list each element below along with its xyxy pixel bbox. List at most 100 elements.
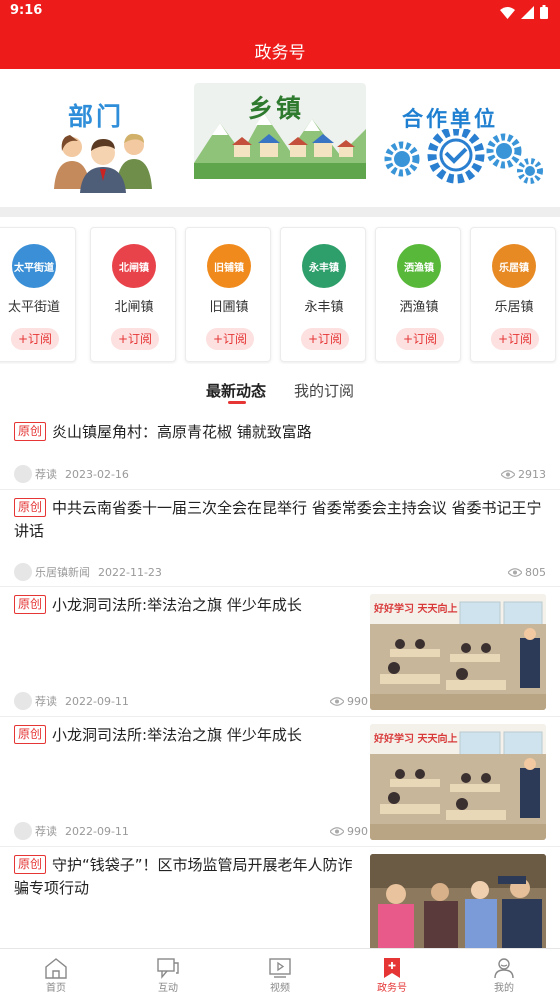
tab-indicator — [228, 401, 246, 404]
news-source: 荐读 — [35, 468, 57, 481]
news-item[interactable]: 原创 小龙洞司法所:举法治之旗 伴少年成长 荐读 2022-09-11 990 好… — [0, 587, 560, 717]
chat-icon — [157, 958, 179, 979]
news-thumbnail[interactable] — [370, 854, 546, 948]
original-badge: 原创 — [14, 422, 47, 441]
town-card[interactable]: 乐居镇 乐居镇 +订阅 — [470, 227, 556, 362]
nav-label: 政务号 — [377, 983, 407, 994]
eye-icon — [501, 470, 515, 479]
town-scroller[interactable]: 太平街道 太平街道 +订阅 北闸镇 北闸镇 +订阅 旧铺镇 旧圃镇 +订阅 永丰… — [0, 226, 560, 364]
town-name: 乐居镇 — [494, 300, 534, 315]
wifi-icon — [500, 4, 515, 23]
town-card[interactable]: 太平街道 太平街道 +订阅 — [0, 227, 76, 362]
town-name: 永丰镇 — [304, 300, 344, 315]
nav-label: 首页 — [46, 983, 66, 994]
view-count-value: 990 — [347, 825, 368, 838]
status-icons — [500, 4, 548, 23]
news-source: 荐读 — [35, 825, 57, 838]
news-item[interactable]: 原创 中共云南省委十一届三次全会在昆举行 省委常委会主持会议 省委书记王宁讲话 乐… — [0, 490, 560, 587]
feed-tabs: 最新动态 我的订阅 — [0, 374, 560, 410]
subscribe-button[interactable]: +订阅 — [396, 328, 444, 350]
eye-icon — [330, 827, 344, 836]
view-count: 990 — [330, 695, 368, 708]
nav-label: 互动 — [158, 983, 178, 994]
news-title[interactable]: 原创 小龙洞司法所:举法治之旗 伴少年成长 — [14, 594, 359, 617]
news-source: 乐居镇新闻 — [35, 566, 90, 579]
bookmark-plus-icon — [384, 958, 400, 978]
news-title-text: 中共云南省委十一届三次全会在昆举行 省委常委会主持会议 省委书记王宁讲话 — [14, 499, 542, 540]
town-logo-icon: 旧铺镇 — [207, 244, 251, 288]
news-title[interactable]: 原创 炎山镇屋角村：高原青花椒 铺就致富路 — [14, 421, 544, 444]
news-thumbnail[interactable]: 好好学习 天天向上 — [370, 594, 546, 710]
news-title[interactable]: 原创 守护“钱袋子”！区市场监管局开展老年人防诈骗专项行动 — [14, 854, 364, 900]
nav-government[interactable]: 政务号 — [336, 949, 448, 997]
view-count: 2913 — [501, 468, 546, 481]
eye-icon — [508, 568, 522, 577]
town-name: 旧圃镇 — [209, 300, 249, 315]
news-item[interactable]: 原创 炎山镇屋角村：高原青花椒 铺就致富路 荐读 2023-02-16 2913 — [0, 412, 560, 490]
news-source: 荐读 — [35, 695, 57, 708]
category-partner[interactable]: 合作单位 — [382, 83, 554, 193]
subscribe-button[interactable]: +订阅 — [206, 328, 254, 350]
video-icon — [269, 958, 291, 978]
town-logo-icon: 乐居镇 — [492, 244, 536, 288]
news-title-text: 小龙洞司法所:举法治之旗 伴少年成长 — [52, 726, 302, 744]
signal-icon — [521, 4, 534, 23]
source-avatar — [14, 692, 32, 710]
news-thumbnail[interactable]: 好好学习 天天向上 — [370, 724, 546, 840]
category-department[interactable]: 部门 — [18, 83, 190, 193]
town-logo-icon: 永丰镇 — [302, 244, 346, 288]
subscribe-button[interactable]: +订阅 — [491, 328, 539, 350]
news-title[interactable]: 原创 小龙洞司法所:举法治之旗 伴少年成长 — [14, 724, 359, 747]
view-count-value: 990 — [347, 695, 368, 708]
source-avatar — [14, 822, 32, 840]
category-row: 部门 乡镇 合作单位 — [0, 69, 560, 207]
town-logo-icon: 北闸镇 — [112, 244, 156, 288]
news-meta: 荐读 2023-02-16 — [14, 465, 129, 483]
nav-video[interactable]: 视频 — [224, 949, 336, 997]
town-card[interactable]: 永丰镇 永丰镇 +订阅 — [280, 227, 366, 362]
news-meta: 荐读 2022-09-11 — [14, 692, 129, 710]
town-name: 洒渔镇 — [399, 300, 439, 315]
town-name: 太平街道 — [7, 300, 60, 315]
news-date: 2023-02-16 — [65, 467, 129, 481]
news-item[interactable]: 原创 守护“钱袋子”！区市场监管局开展老年人防诈骗专项行动 — [0, 847, 560, 948]
subscribe-button[interactable]: +订阅 — [11, 328, 59, 350]
source-avatar — [14, 465, 32, 483]
news-title[interactable]: 原创 中共云南省委十一届三次全会在昆举行 省委常委会主持会议 省委书记王宁讲话 — [14, 497, 548, 543]
category-township[interactable]: 乡镇 — [194, 83, 366, 179]
gears-handshake-icon — [384, 129, 543, 184]
nav-profile[interactable]: 我的 — [448, 949, 560, 997]
tab-subscriptions[interactable]: 我的订阅 — [294, 380, 354, 401]
app-header: 9:16 政务号 — [0, 0, 560, 69]
eye-icon — [330, 697, 344, 706]
subscribe-button[interactable]: +订阅 — [301, 328, 349, 350]
news-meta: 荐读 2022-09-11 — [14, 822, 129, 840]
news-title-text: 炎山镇屋角村：高原青花椒 铺就致富路 — [52, 423, 312, 441]
subscribe-button[interactable]: +订阅 — [111, 328, 159, 350]
news-date: 2022-11-23 — [98, 565, 162, 579]
category-label: 乡镇 — [248, 94, 305, 123]
page-title: 政务号 — [254, 43, 306, 63]
tab-latest[interactable]: 最新动态 — [206, 380, 266, 401]
bottom-nav: 首页 互动 视频 政务号 我的 — [0, 948, 560, 996]
status-bar: 9:16 — [0, 0, 560, 24]
view-count-value: 805 — [525, 566, 546, 579]
thumbnail-caption: 好好学习 天天向上 — [374, 604, 458, 615]
people-icon — [54, 133, 152, 193]
nav-label: 我的 — [494, 983, 514, 994]
user-icon — [494, 958, 514, 979]
nav-interact[interactable]: 互动 — [112, 949, 224, 997]
news-title-text: 小龙洞司法所:举法治之旗 伴少年成长 — [52, 596, 302, 614]
home-icon — [45, 958, 67, 979]
news-title-text: 守护“钱袋子”！区市场监管局开展老年人防诈骗专项行动 — [14, 856, 353, 897]
view-count: 990 — [330, 825, 368, 838]
nav-label: 视频 — [270, 983, 290, 994]
news-item[interactable]: 原创 小龙洞司法所:举法治之旗 伴少年成长 荐读 2022-09-11 990 好… — [0, 717, 560, 847]
original-badge: 原创 — [14, 725, 47, 744]
town-card[interactable]: 北闸镇 北闸镇 +订阅 — [90, 227, 176, 362]
town-card[interactable]: 洒渔镇 洒渔镇 +订阅 — [375, 227, 461, 362]
town-name: 北闸镇 — [114, 300, 154, 315]
nav-home[interactable]: 首页 — [0, 949, 112, 997]
town-card[interactable]: 旧铺镇 旧圃镇 +订阅 — [185, 227, 271, 362]
town-logo-icon: 洒渔镇 — [397, 244, 441, 288]
